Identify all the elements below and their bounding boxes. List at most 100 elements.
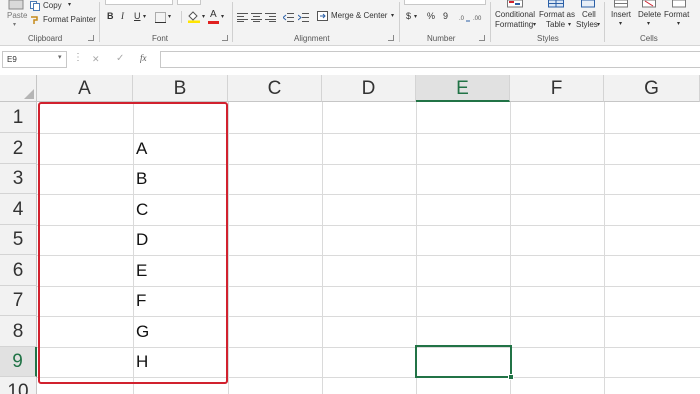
chevron-down-icon[interactable]: ▾ [221, 13, 224, 20]
highlight-box [38, 102, 228, 384]
cell-styles-button[interactable]: Cell Styles ▾ [575, 0, 603, 32]
row-header-4[interactable]: 4 [0, 194, 37, 225]
chevron-down-icon[interactable]: ▾ [168, 13, 171, 20]
font-name-select[interactable] [105, 0, 173, 5]
underline-button[interactable]: U [134, 11, 141, 21]
clipboard-launcher-icon[interactable] [88, 35, 94, 41]
chevron-down-icon[interactable]: ▾ [143, 13, 146, 20]
chevron-down-icon[interactable]: ▾ [202, 13, 205, 20]
copy-icon [30, 1, 40, 11]
delete-cells-icon [642, 0, 656, 8]
more-icon: ⋮ [73, 52, 83, 63]
insert-function-button[interactable]: fx [140, 53, 147, 63]
column-header-a[interactable]: A [37, 75, 133, 102]
formula-input[interactable] [160, 51, 700, 68]
font-color-button[interactable]: A [210, 9, 217, 20]
decrease-decimal-icon[interactable]: .00 [473, 12, 485, 22]
decrease-indent-icon[interactable] [283, 13, 294, 22]
format-as-table-label: Format as [539, 10, 576, 19]
enter-icon[interactable]: ✓ [116, 53, 124, 64]
select-all-icon [24, 89, 34, 99]
chevron-down-icon[interactable]: ▾ [58, 53, 62, 61]
row-header-8[interactable]: 8 [0, 316, 37, 347]
row-header-3[interactable]: 3 [0, 164, 37, 194]
chevron-down-icon: ▾ [647, 21, 651, 27]
format-label: Format [664, 10, 690, 19]
svg-text:.00: .00 [473, 16, 482, 22]
merge-center-icon [317, 11, 328, 21]
alignment-launcher-icon[interactable] [388, 35, 394, 41]
formula-bar: E9 ▾ ⋮ ✕ ✓ fx [0, 49, 700, 71]
chevron-down-icon[interactable]: ▾ [414, 13, 417, 20]
column-header-d[interactable]: D [322, 75, 416, 102]
format-as-table-button[interactable]: Format as Table ▾ [538, 0, 575, 32]
active-cell-e9[interactable] [415, 345, 512, 378]
insert-label: Insert [611, 10, 632, 19]
increase-decimal-icon[interactable]: .0 [459, 12, 471, 22]
chevron-down-icon: ▾ [68, 2, 72, 8]
conditional-formatting-button[interactable]: Conditional Formatting ▾ [492, 0, 538, 32]
column-header-b[interactable]: B [133, 75, 228, 102]
gridline [322, 102, 323, 394]
chevron-down-icon: ▾ [533, 22, 537, 28]
font-size-select[interactable] [177, 0, 201, 5]
column-header-e[interactable]: E [416, 75, 510, 102]
chevron-down-icon: ▾ [597, 22, 601, 28]
bold-button[interactable]: B [107, 11, 114, 21]
column-header-c[interactable]: C [228, 75, 322, 102]
align-center-icon[interactable] [251, 13, 262, 22]
format-button[interactable]: Format ▾ [663, 0, 697, 32]
row-header-9[interactable]: 9 [0, 347, 37, 377]
format-as-table-label-2: Table [546, 20, 566, 29]
group-divider [99, 2, 100, 42]
select-all-button[interactable] [0, 75, 37, 102]
number-launcher-icon[interactable] [479, 35, 485, 41]
row-header-5[interactable]: 5 [0, 225, 37, 255]
comma-style-button[interactable]: 9 [443, 11, 448, 21]
row-header-2[interactable]: 2 [0, 133, 37, 164]
paste-button[interactable]: Paste ▾ [2, 0, 30, 30]
align-left-icon[interactable] [237, 13, 248, 22]
percent-button[interactable]: % [427, 11, 435, 21]
fill-color-icon[interactable] [187, 10, 201, 23]
conditional-formatting-label: Conditional [495, 10, 536, 19]
paste-label: Paste [7, 11, 28, 20]
number-format-select[interactable] [404, 0, 486, 5]
clipboard-group-label: Clipboard [28, 34, 63, 43]
currency-button[interactable]: $ [406, 11, 411, 21]
increase-indent-icon[interactable] [298, 13, 309, 22]
name-box-value: E9 [7, 55, 17, 64]
column-header-g[interactable]: G [604, 75, 700, 102]
font-group-label: Font [152, 34, 169, 43]
insert-cells-icon [614, 0, 628, 8]
gridline [604, 102, 605, 394]
borders-icon[interactable] [155, 12, 166, 23]
fill-handle[interactable] [508, 374, 514, 380]
conditional-formatting-icon [507, 0, 523, 8]
conditional-formatting-label-2: Formatting [495, 20, 534, 29]
font-launcher-icon[interactable] [222, 35, 228, 41]
font-color-swatch [208, 21, 219, 24]
merge-center-label: Merge & Center [331, 11, 388, 20]
styles-group-label: Styles [537, 34, 559, 43]
italic-button[interactable]: I [121, 11, 124, 21]
worksheet-grid[interactable]: A B C D E F G 1 2 3 4 5 6 7 8 9 10 A B C… [0, 75, 700, 394]
formula-buttons: ✕ ✓ fx [86, 51, 156, 68]
group-divider [604, 2, 605, 42]
column-header-f[interactable]: F [510, 75, 604, 102]
row-header-6[interactable]: 6 [0, 255, 37, 286]
chevron-down-icon: ▾ [677, 21, 681, 27]
delete-button[interactable]: Delete ▾ [635, 0, 663, 32]
row-header-7[interactable]: 7 [0, 286, 37, 316]
insert-button[interactable]: Insert ▾ [607, 0, 635, 32]
format-as-table-icon [548, 0, 564, 8]
cancel-icon[interactable]: ✕ [92, 54, 100, 65]
paste-icon [8, 0, 24, 10]
row-header-10[interactable]: 10 [0, 377, 37, 394]
alignment-group-label: Alignment [294, 34, 330, 43]
format-painter-label: Format Painter [43, 15, 96, 24]
align-right-icon[interactable] [265, 13, 276, 22]
gridline [228, 102, 229, 394]
row-header-1[interactable]: 1 [0, 102, 37, 133]
cells-group-label: Cells [640, 34, 658, 43]
